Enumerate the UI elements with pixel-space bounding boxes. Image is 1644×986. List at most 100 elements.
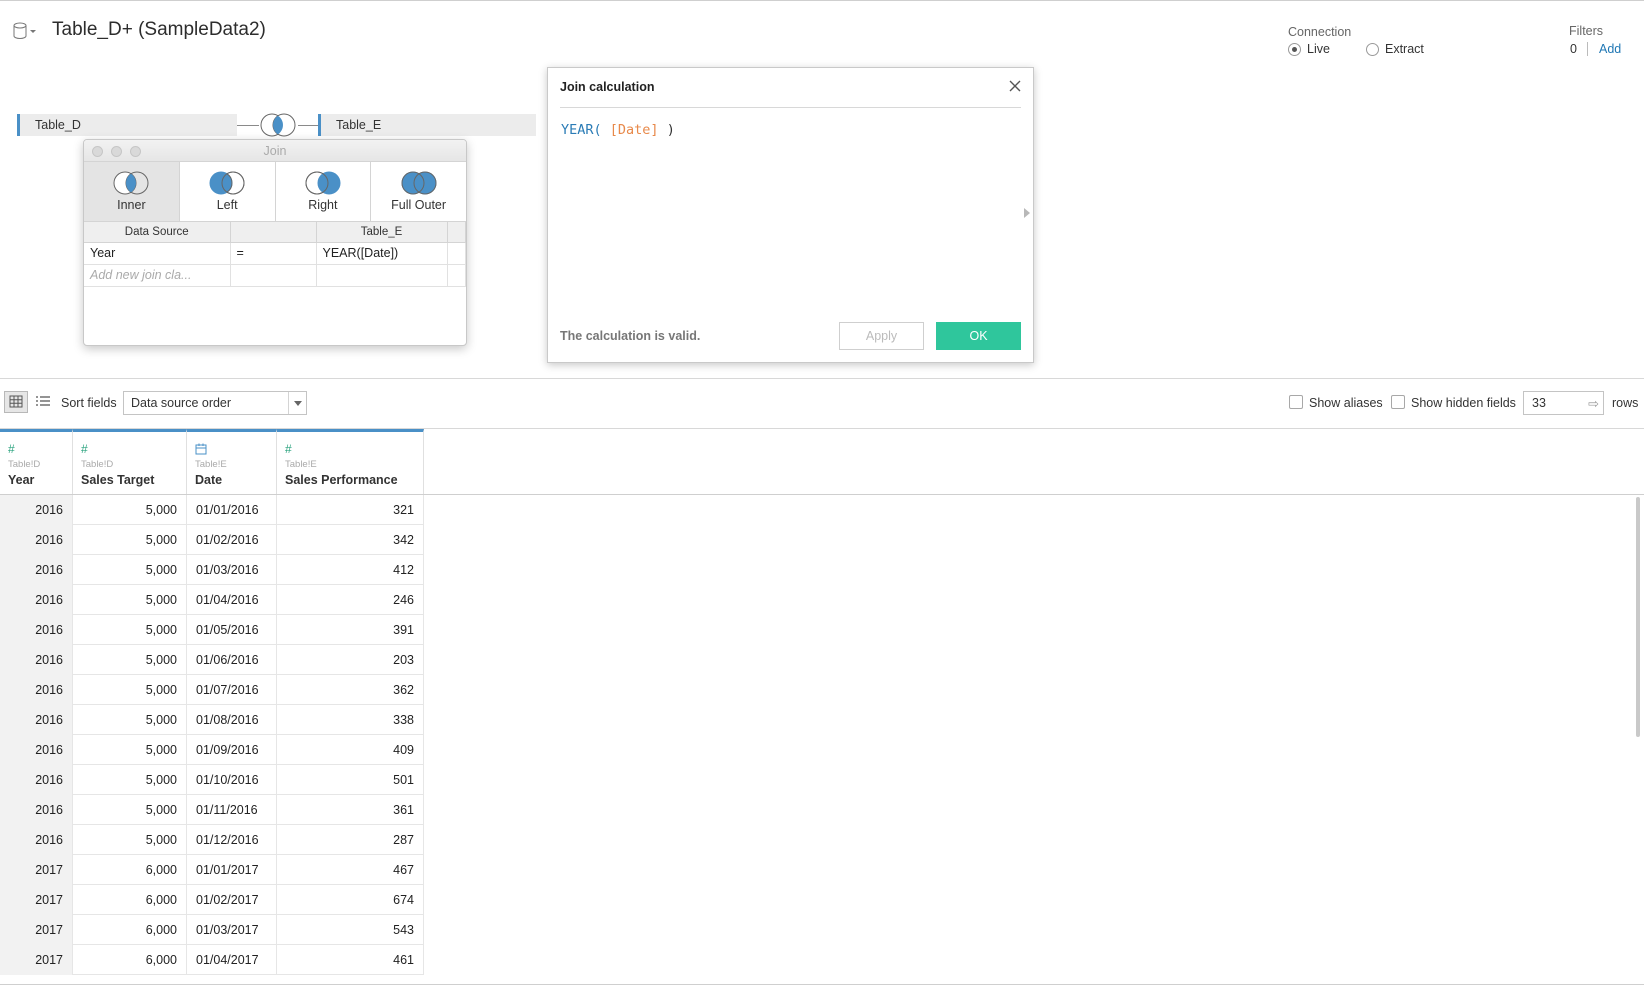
table-cell[interactable]: 5,000 xyxy=(73,675,187,705)
join-type-full-outer[interactable]: Full Outer xyxy=(371,162,466,221)
table-row[interactable]: 2016 5,000 01/12/2016 287 xyxy=(0,825,424,855)
join-right-field[interactable]: YEAR([Date]) xyxy=(316,242,448,265)
left-table-pill[interactable]: Table_D xyxy=(17,114,237,136)
join-type-left[interactable]: Left xyxy=(179,162,276,221)
join-type-inner[interactable]: Inner xyxy=(84,162,180,221)
table-row[interactable]: 2016 5,000 01/02/2016 342 xyxy=(0,525,424,555)
table-cell[interactable]: 2016 xyxy=(0,765,73,795)
table-cell[interactable]: 543 xyxy=(277,915,424,945)
table-cell[interactable]: 01/06/2016 xyxy=(187,645,277,675)
show-hidden-fields-checkbox[interactable] xyxy=(1391,395,1405,409)
extract-radio[interactable] xyxy=(1366,43,1379,56)
table-cell[interactable]: 5,000 xyxy=(73,735,187,765)
table-cell[interactable]: 5,000 xyxy=(73,645,187,675)
table-cell[interactable]: 409 xyxy=(277,735,424,765)
calendar-icon[interactable] xyxy=(195,443,207,455)
table-cell[interactable]: 2017 xyxy=(0,915,73,945)
table-cell[interactable]: 2017 xyxy=(0,885,73,915)
table-cell[interactable]: 5,000 xyxy=(73,765,187,795)
table-cell[interactable]: 5,000 xyxy=(73,705,187,735)
table-row[interactable]: 2016 5,000 01/07/2016 362 xyxy=(0,675,424,705)
sort-fields-select[interactable]: Data source order xyxy=(123,391,307,415)
table-cell[interactable]: 5,000 xyxy=(73,555,187,585)
table-cell[interactable]: 2016 xyxy=(0,585,73,615)
table-cell[interactable]: 01/02/2016 xyxy=(187,525,277,555)
column-header-sales-target[interactable]: # Table!D Sales Target xyxy=(73,429,187,494)
table-row[interactable]: 2016 5,000 01/06/2016 203 xyxy=(0,645,424,675)
close-icon[interactable] xyxy=(1007,78,1023,94)
table-row[interactable]: 2016 5,000 01/05/2016 391 xyxy=(0,615,424,645)
extract-label[interactable]: Extract xyxy=(1385,42,1424,56)
table-cell[interactable]: 287 xyxy=(277,825,424,855)
table-cell[interactable]: 5,000 xyxy=(73,585,187,615)
table-row[interactable]: 2016 5,000 01/08/2016 338 xyxy=(0,705,424,735)
number-type-icon[interactable]: # xyxy=(8,442,15,456)
table-cell[interactable]: 01/12/2016 xyxy=(187,825,277,855)
column-header-date[interactable]: Table!E Date xyxy=(187,429,277,494)
table-cell[interactable]: 01/07/2016 xyxy=(187,675,277,705)
apply-button[interactable]: Apply xyxy=(839,322,924,350)
table-cell[interactable]: 2016 xyxy=(0,675,73,705)
number-type-icon[interactable]: # xyxy=(285,442,292,456)
live-radio[interactable] xyxy=(1288,43,1301,56)
table-row[interactable]: 2016 5,000 01/03/2016 412 xyxy=(0,555,424,585)
table-cell[interactable]: 321 xyxy=(277,495,424,525)
table-cell[interactable]: 01/01/2016 xyxy=(187,495,277,525)
table-cell[interactable]: 2016 xyxy=(0,525,73,555)
table-row[interactable]: 2017 6,000 01/04/2017 461 xyxy=(0,945,424,975)
table-cell[interactable]: 203 xyxy=(277,645,424,675)
table-cell[interactable]: 6,000 xyxy=(73,855,187,885)
show-aliases-checkbox[interactable] xyxy=(1289,395,1303,409)
table-row[interactable]: 2016 5,000 01/01/2016 321 xyxy=(0,495,424,525)
datasource-icon[interactable] xyxy=(12,22,38,40)
table-cell[interactable]: 01/03/2016 xyxy=(187,555,277,585)
add-filter-link[interactable]: Add xyxy=(1599,42,1621,56)
table-cell[interactable]: 2016 xyxy=(0,705,73,735)
table-cell[interactable]: 01/04/2016 xyxy=(187,585,277,615)
table-cell[interactable]: 246 xyxy=(277,585,424,615)
table-row[interactable]: 2017 6,000 01/02/2017 674 xyxy=(0,885,424,915)
table-cell[interactable]: 412 xyxy=(277,555,424,585)
calc-editor[interactable]: YEAR( [Date] ) xyxy=(561,122,675,138)
table-cell[interactable]: 5,000 xyxy=(73,825,187,855)
table-row[interactable]: 2017 6,000 01/03/2017 543 xyxy=(0,915,424,945)
table-cell[interactable]: 391 xyxy=(277,615,424,645)
table-cell[interactable]: 2017 xyxy=(0,945,73,975)
table-cell[interactable]: 361 xyxy=(277,795,424,825)
table-cell[interactable]: 01/02/2017 xyxy=(187,885,277,915)
arrow-right-icon[interactable]: ⇨ xyxy=(1588,396,1599,412)
table-cell[interactable]: 01/09/2016 xyxy=(187,735,277,765)
table-row[interactable]: 2017 6,000 01/01/2017 467 xyxy=(0,855,424,885)
table-cell[interactable]: 2016 xyxy=(0,825,73,855)
table-cell[interactable]: 5,000 xyxy=(73,495,187,525)
table-cell[interactable]: 461 xyxy=(277,945,424,975)
join-type-right[interactable]: Right xyxy=(275,162,372,221)
table-cell[interactable]: 342 xyxy=(277,525,424,555)
table-cell[interactable]: 5,000 xyxy=(73,615,187,645)
table-cell[interactable]: 5,000 xyxy=(73,795,187,825)
join-operator[interactable]: = xyxy=(230,242,317,265)
show-aliases-label[interactable]: Show aliases xyxy=(1309,396,1383,410)
grid-view-icon[interactable] xyxy=(4,391,28,413)
join-left-field[interactable]: Year xyxy=(84,242,231,265)
join-venn-icon[interactable] xyxy=(257,112,299,138)
table-cell[interactable]: 01/10/2016 xyxy=(187,765,277,795)
table-cell[interactable]: 2016 xyxy=(0,495,73,525)
table-cell[interactable]: 2016 xyxy=(0,645,73,675)
table-row[interactable]: 2016 5,000 01/10/2016 501 xyxy=(0,765,424,795)
table-cell[interactable]: 6,000 xyxy=(73,945,187,975)
join-popup-titlebar[interactable]: Join xyxy=(84,140,466,162)
table-cell[interactable]: 01/08/2016 xyxy=(187,705,277,735)
vertical-scrollbar[interactable] xyxy=(1636,497,1640,737)
table-cell[interactable]: 338 xyxy=(277,705,424,735)
rows-count-input[interactable]: 33 ⇨ xyxy=(1523,391,1604,415)
list-view-icon[interactable] xyxy=(33,391,53,413)
number-type-icon[interactable]: # xyxy=(81,442,88,456)
table-cell[interactable]: 2016 xyxy=(0,555,73,585)
table-cell[interactable]: 01/03/2017 xyxy=(187,915,277,945)
column-header-sales-performance[interactable]: # Table!E Sales Performance xyxy=(277,429,424,494)
datasource-title[interactable]: Table_D+ (SampleData2) xyxy=(52,19,266,41)
column-header-year[interactable]: # Table!D Year xyxy=(0,429,73,494)
table-cell[interactable]: 01/01/2017 xyxy=(187,855,277,885)
expand-arrow-icon[interactable] xyxy=(1024,208,1030,218)
